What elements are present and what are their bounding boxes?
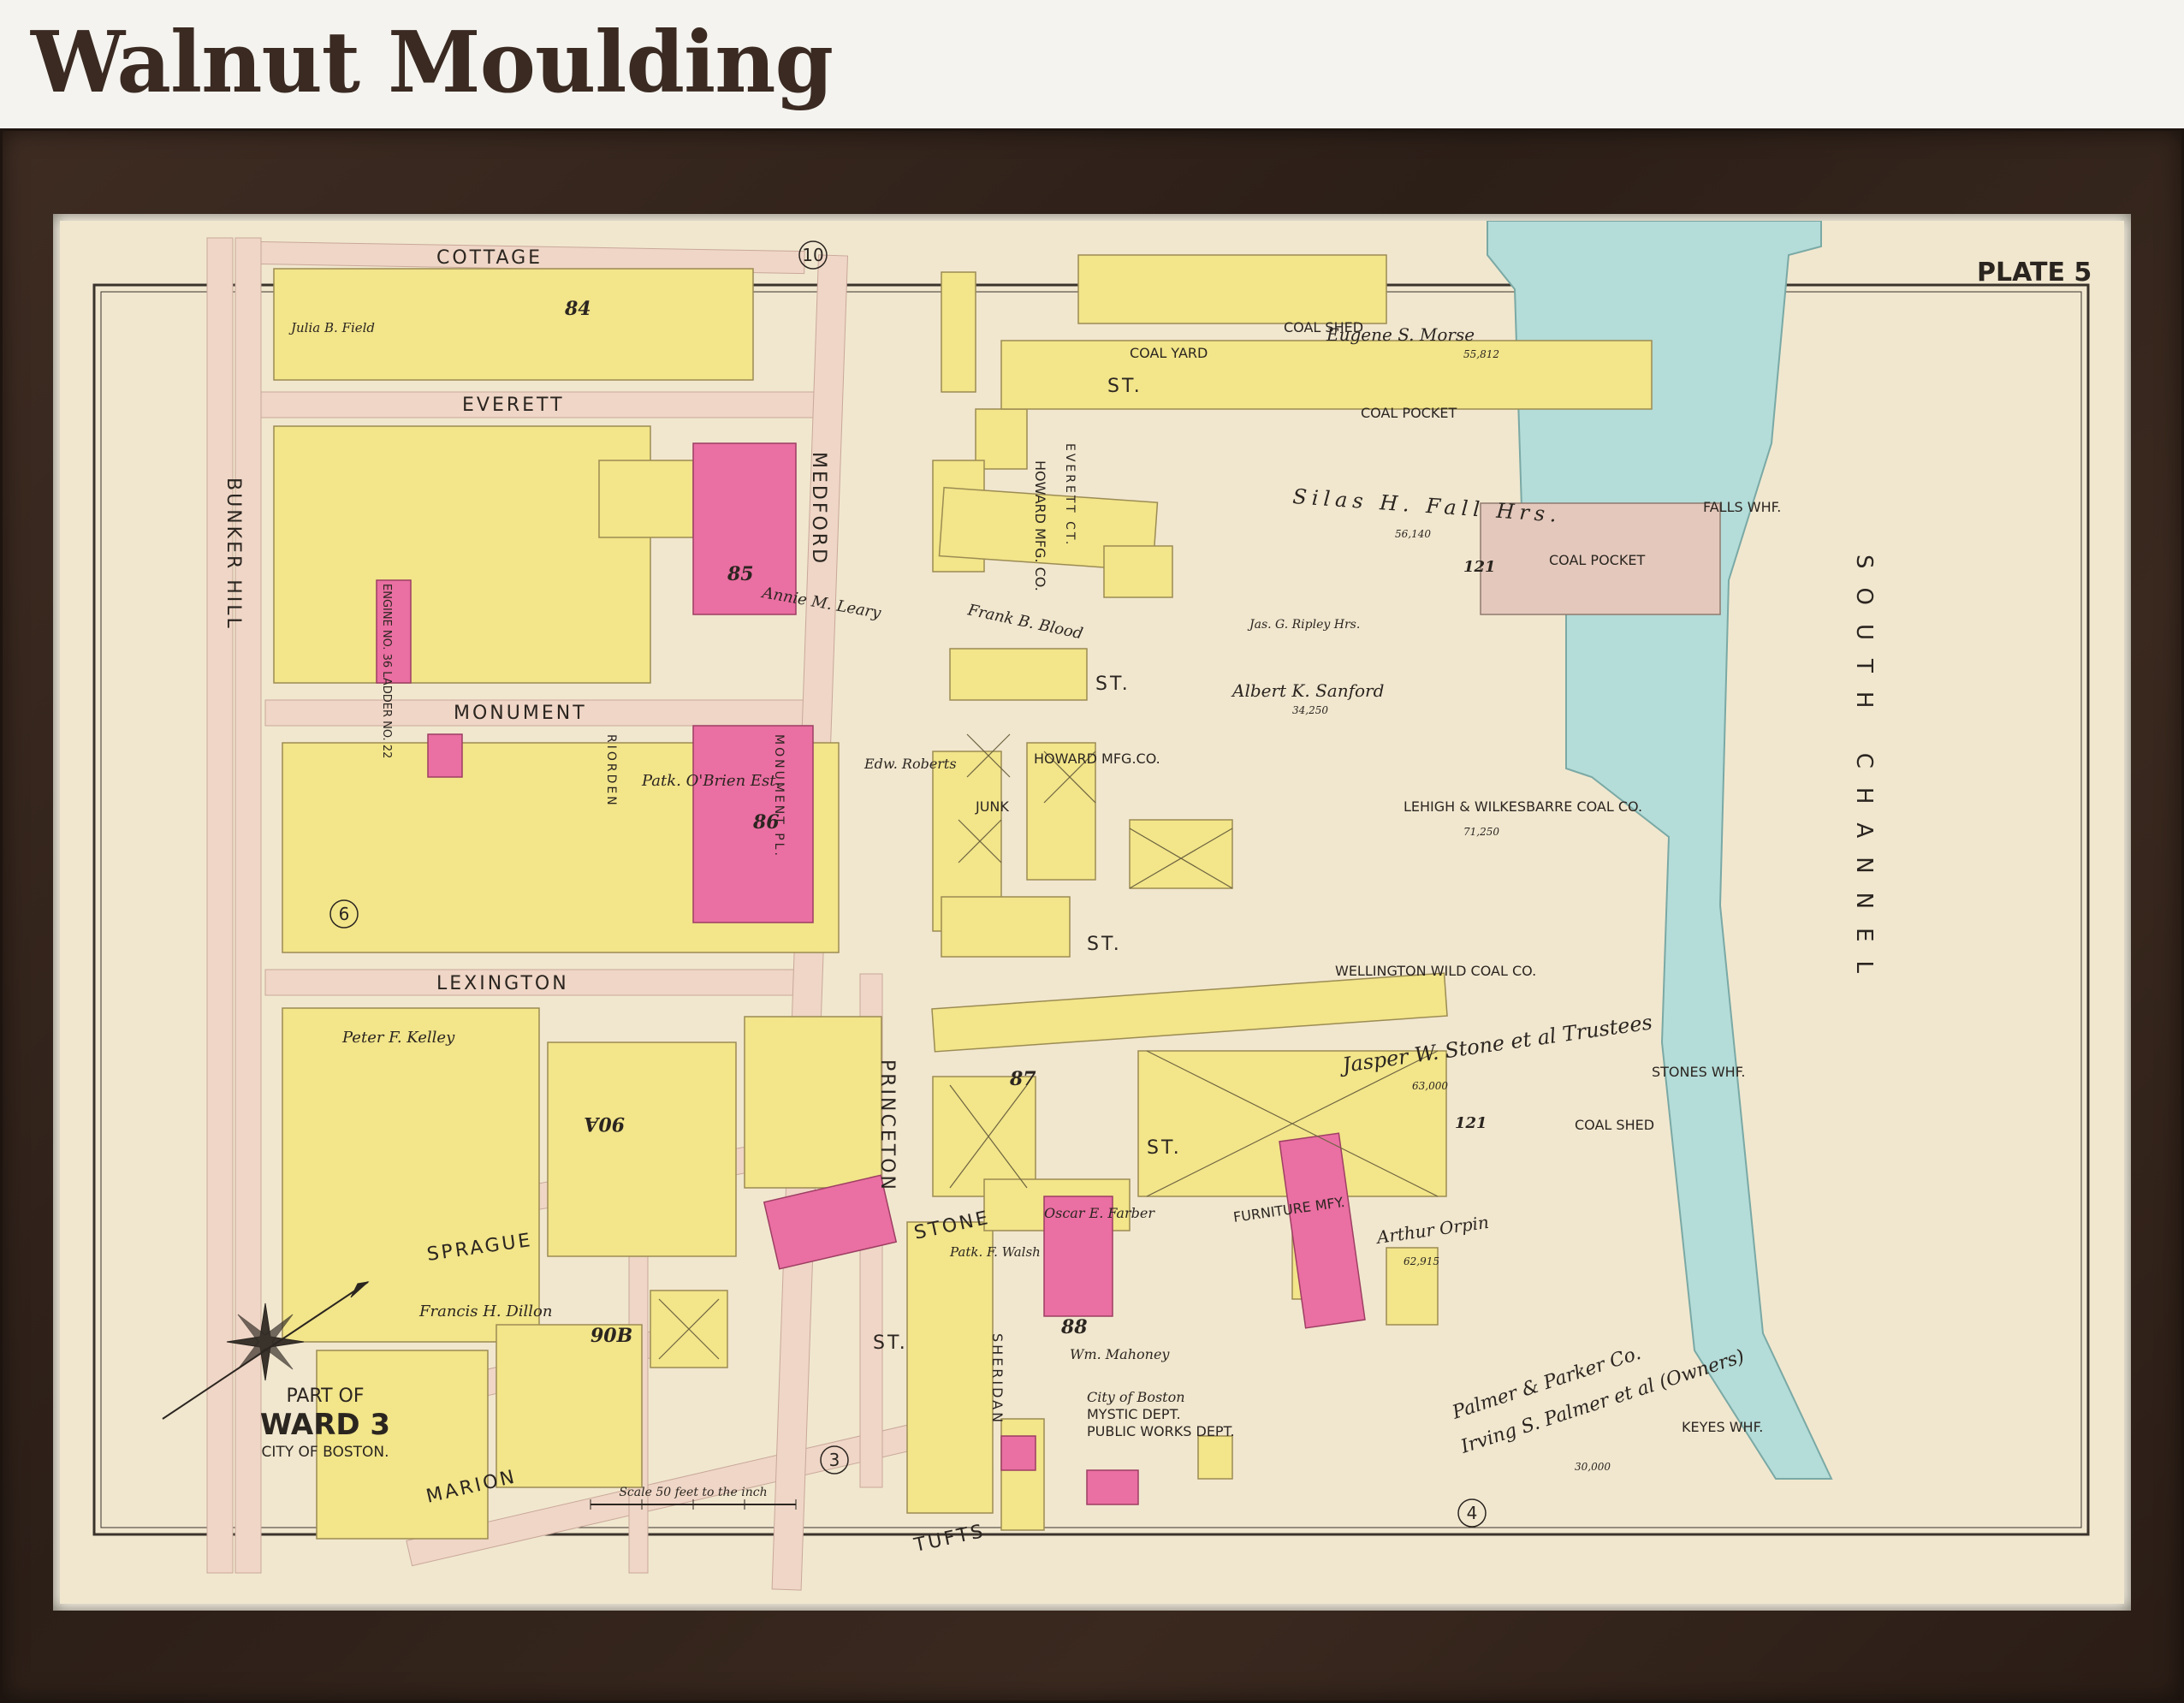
svg-text:63,000: 63,000 xyxy=(1412,1080,1448,1092)
svg-text:62,915: 62,915 xyxy=(1404,1255,1439,1267)
svg-text:34,250: 34,250 xyxy=(1292,704,1328,716)
map-svg: PLATE 5 PART OF WARD 3 CITY OF BOSTON. S… xyxy=(92,221,2092,1591)
svg-text:87: 87 xyxy=(1009,1068,1036,1090)
street-princeton: PRINCETON xyxy=(876,1059,898,1192)
svg-text:30,000: 30,000 xyxy=(1575,1461,1611,1473)
svg-text:COAL POCKET: COAL POCKET xyxy=(1549,552,1645,568)
svg-text:Francis H. Dillon: Francis H. Dillon xyxy=(418,1302,553,1320)
svg-text:Frank B. Blood: Frank B. Blood xyxy=(965,601,1084,643)
svg-text:6: 6 xyxy=(339,904,350,924)
street-everett: EVERETT xyxy=(462,395,565,416)
svg-text:Jas. G. Ripley Hrs.: Jas. G. Ripley Hrs. xyxy=(1247,618,1360,632)
svg-text:85: 85 xyxy=(727,563,754,585)
street-medford: MEDFORD xyxy=(808,452,829,566)
svg-text:Albert K. Sanford: Albert K. Sanford xyxy=(1231,680,1384,701)
svg-text:3: 3 xyxy=(829,1450,840,1470)
street-monument-pl: MONUMENT PL. xyxy=(772,734,786,858)
svg-text:71,250: 71,250 xyxy=(1463,826,1499,838)
page-title: Walnut Moulding xyxy=(31,14,834,112)
street-bunker-hill: BUNKER HILL xyxy=(223,478,244,631)
svg-text:WARD 3: WARD 3 xyxy=(260,1408,390,1442)
svg-text:HOWARD MFG. CO.: HOWARD MFG. CO. xyxy=(1032,460,1048,591)
svg-text:Wm. Mahoney: Wm. Mahoney xyxy=(1070,1346,1170,1362)
svg-text:Arthur Orpin: Arthur Orpin xyxy=(1374,1212,1490,1248)
svg-text:Edw. Roberts: Edw. Roberts xyxy=(864,756,957,772)
svg-text:Julia B. Field: Julia B. Field xyxy=(288,320,375,335)
engine-house-label: ENGINE NO. 36 LADDER NO. 22 xyxy=(380,584,393,758)
svg-text:86: 86 xyxy=(752,811,780,834)
buildings-yellow xyxy=(273,254,1653,1540)
svg-text:PART OF: PART OF xyxy=(287,1386,365,1407)
svg-text:ST.: ST. xyxy=(1147,1137,1182,1159)
street-tufts: TUFTS xyxy=(911,1521,988,1557)
svg-text:ST.: ST. xyxy=(873,1332,908,1354)
svg-text:ST.: ST. xyxy=(1107,376,1142,397)
svg-text:Patk. F. Walsh: Patk. F. Walsh xyxy=(949,1244,1041,1260)
plate-label: PLATE 5 xyxy=(1977,258,2092,288)
svg-text:FALLS WHF.: FALLS WHF. xyxy=(1703,499,1781,515)
street-everett-ct: EVERETT CT. xyxy=(1063,443,1077,547)
svg-text:PUBLIC WORKS DEPT.: PUBLIC WORKS DEPT. xyxy=(1087,1423,1235,1439)
street-cottage: COTTAGE xyxy=(436,247,543,269)
map-sheet[interactable]: PLATE 5 PART OF WARD 3 CITY OF BOSTON. S… xyxy=(60,221,2124,1604)
svg-text:Peter F. Kelley: Peter F. Kelley xyxy=(341,1029,455,1047)
svg-text:KEYES WHF.: KEYES WHF. xyxy=(1682,1419,1763,1435)
svg-text:COAL SHED: COAL SHED xyxy=(1575,1117,1654,1133)
svg-text:JUNK: JUNK xyxy=(975,798,1009,815)
svg-text:CITY OF BOSTON.: CITY OF BOSTON. xyxy=(261,1444,389,1461)
svg-text:HOWARD MFG.CO.: HOWARD MFG.CO. xyxy=(1034,751,1160,767)
svg-text:4: 4 xyxy=(1467,1503,1478,1523)
svg-text:55,812: 55,812 xyxy=(1463,348,1499,360)
svg-text:WELLINGTON WILD COAL CO.: WELLINGTON WILD COAL CO. xyxy=(1335,963,1536,979)
svg-text:MYSTIC DEPT.: MYSTIC DEPT. xyxy=(1087,1406,1181,1422)
svg-text:COAL POCKET: COAL POCKET xyxy=(1361,405,1457,421)
svg-text:COAL YARD: COAL YARD xyxy=(1130,345,1208,361)
walnut-frame: PLATE 5 PART OF WARD 3 CITY OF BOSTON. S… xyxy=(0,128,2184,1703)
svg-text:121: 121 xyxy=(1463,558,1496,576)
svg-text:Eugene S. Morse: Eugene S. Morse xyxy=(1326,324,1475,345)
street-lexington: LEXINGTON xyxy=(436,973,569,994)
svg-text:84: 84 xyxy=(564,298,591,320)
street-sheridan: SHERIDAN xyxy=(989,1333,1006,1425)
svg-text:LEHIGH & WILKESBARRE COAL CO.: LEHIGH & WILKESBARRE COAL CO. xyxy=(1404,798,1642,815)
svg-text:56,140: 56,140 xyxy=(1395,528,1431,540)
mat: PLATE 5 PART OF WARD 3 CITY OF BOSTON. S… xyxy=(53,214,2131,1611)
svg-text:Oscar E. Farber: Oscar E. Farber xyxy=(1044,1205,1155,1221)
svg-text:10: 10 xyxy=(802,245,823,265)
svg-text:ST.: ST. xyxy=(1095,673,1131,695)
svg-text:STONES WHF.: STONES WHF. xyxy=(1652,1064,1745,1080)
svg-text:ST.: ST. xyxy=(1087,934,1122,955)
svg-text:121: 121 xyxy=(1455,1114,1487,1132)
street-riorden: RIORDEN xyxy=(604,734,618,808)
svg-text:City of Boston: City of Boston xyxy=(1087,1389,1185,1405)
svg-text:Patk. O'Brien Est.: Patk. O'Brien Est. xyxy=(641,772,780,790)
south-channel-label: SOUTH CHANNEL xyxy=(1851,555,1877,992)
svg-text:Scale 50 feet to the inch: Scale 50 feet to the inch xyxy=(619,1486,767,1499)
svg-text:90B: 90B xyxy=(591,1325,632,1347)
street-monument: MONUMENT xyxy=(454,703,587,724)
svg-text:90A: 90A xyxy=(584,1113,625,1135)
svg-text:88: 88 xyxy=(1060,1316,1088,1338)
